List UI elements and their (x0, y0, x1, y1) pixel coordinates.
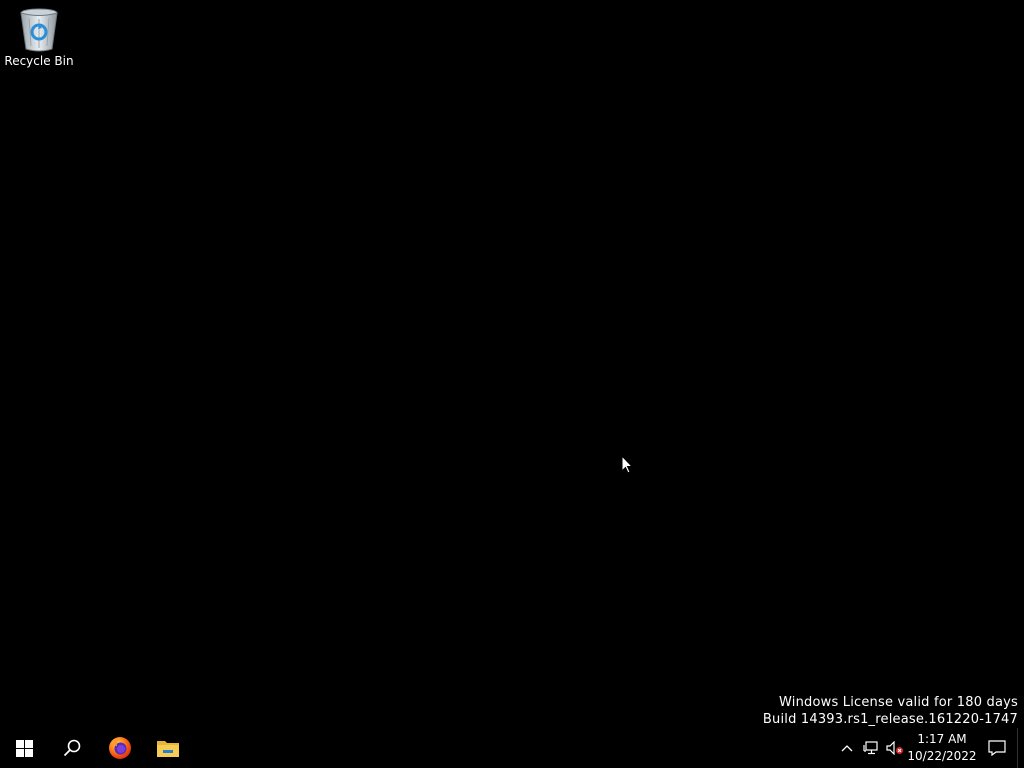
taskbar-file-explorer[interactable] (144, 728, 192, 768)
windows-start-icon (15, 739, 33, 757)
taskbar-clock[interactable]: 1:17 AM 10/22/2022 (907, 728, 977, 768)
file-explorer-icon (157, 741, 179, 757)
clock-time: 1:17 AM (917, 732, 967, 746)
recycle-bin-icon (17, 6, 61, 52)
system-tray: 1:17 AM 10/22/2022 (835, 728, 1024, 768)
taskbar-firefox[interactable] (96, 728, 144, 768)
volume-muted-icon (886, 741, 903, 755)
watermark-line-license: Windows License valid for 180 days (778, 695, 1018, 710)
desktop: Recycle Bin Windows License valid for 18… (0, 0, 1024, 728)
search-icon (63, 739, 81, 757)
firefox-icon (109, 737, 131, 759)
taskbar: 1:17 AM 10/22/2022 (0, 728, 1024, 768)
show-hidden-icons-button[interactable] (835, 728, 859, 768)
search-button[interactable] (48, 728, 96, 768)
action-center-button[interactable] (977, 728, 1017, 768)
start-button[interactable] (0, 728, 48, 768)
volume-button[interactable] (883, 728, 907, 768)
desktop-icon-label: Recycle Bin (4, 54, 74, 68)
clock-date: 10/22/2022 (907, 749, 977, 763)
show-desktop-button[interactable] (1017, 728, 1024, 768)
network-button[interactable] (859, 728, 883, 768)
watermark-line-build: Build 14393.rs1_release.161220-1747 (762, 712, 1018, 727)
notification-icon (988, 740, 1006, 756)
chevron-up-icon (841, 745, 853, 752)
mouse-pointer-icon (621, 454, 634, 475)
license-watermark: Windows License valid for 180 days Build… (763, 694, 1018, 728)
desktop-icon-recycle-bin[interactable]: Recycle Bin (4, 6, 74, 76)
network-icon (863, 741, 878, 755)
